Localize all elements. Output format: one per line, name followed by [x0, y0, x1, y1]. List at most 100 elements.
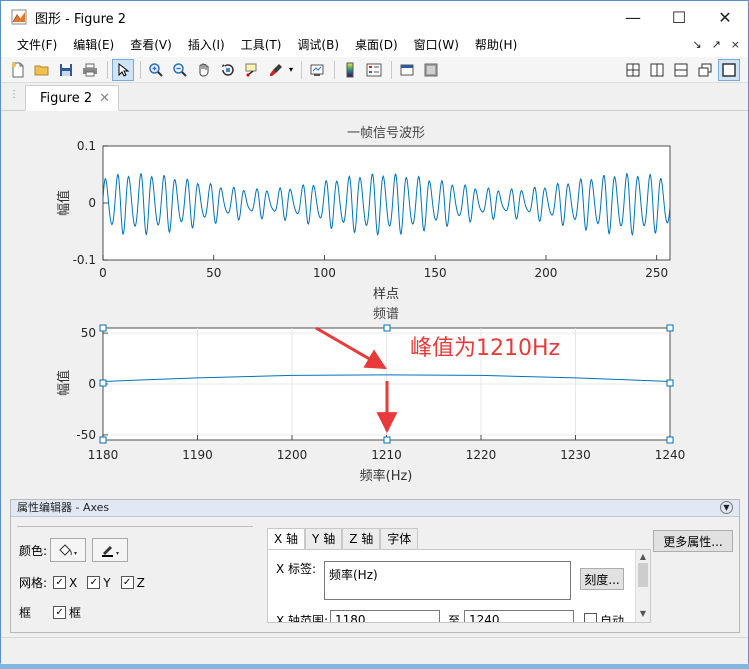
color-label: 颜色:	[19, 543, 48, 558]
top-y-label: 幅值	[56, 190, 72, 216]
top-axes-title: 一帧信号波形	[347, 126, 425, 141]
x-range-to-caption: 至	[448, 614, 461, 623]
window-title: 图形 - Figure 2	[35, 11, 127, 27]
grid-y-checkbox[interactable]: ✓	[87, 576, 101, 589]
tab-z-axis[interactable]: Z 轴	[342, 528, 381, 549]
zoom-in-icon[interactable]	[145, 59, 167, 81]
zoom-out-icon[interactable]	[169, 59, 191, 81]
x-range-from-value: 1180	[335, 613, 366, 623]
top-x-tick-label: 50	[206, 266, 221, 280]
minimize-button[interactable]: —	[610, 1, 656, 33]
fill-color-button[interactable]	[50, 538, 87, 562]
top-x-tick-label: 150	[424, 266, 447, 280]
link-plot-icon[interactable]	[306, 59, 328, 81]
panel-scrollbar[interactable]: ▲ ▼	[635, 550, 650, 622]
property-editor-header: 属性编辑器 - Axes ▼	[11, 500, 739, 517]
tab-figure-2[interactable]: Figure 2 ✕	[25, 85, 119, 111]
bottom-x-tick-label: 1230	[560, 448, 591, 462]
bottom-y-tick-label: -50	[76, 428, 96, 442]
tab-label: Figure 2	[40, 91, 93, 106]
top-x-label: 样点	[373, 287, 399, 302]
ticks-button[interactable]: 刻度...	[580, 568, 624, 590]
save-icon[interactable]	[55, 59, 77, 81]
grid-y-label: Y	[103, 575, 111, 590]
bottom-x-tick-label: 1190	[182, 448, 213, 462]
x-range-caption: X 轴范围:	[276, 614, 329, 623]
menu-help[interactable]: 帮助(H)	[467, 33, 525, 57]
menu-debug[interactable]: 调试(B)	[289, 33, 347, 57]
menu-insert[interactable]: 插入(I)	[180, 33, 233, 57]
x-range-to-value: 1240	[469, 613, 500, 623]
paint-bucket-icon	[59, 544, 78, 556]
toolbar-separator	[107, 60, 108, 79]
menu-file[interactable]: 文件(F)	[9, 33, 65, 57]
section-divider	[17, 526, 253, 527]
close-button[interactable]: ✕	[702, 1, 748, 33]
undock-icon[interactable]: ↗	[712, 33, 721, 57]
toolbar-separator	[140, 60, 141, 79]
bottom-y-tick-label: 50	[81, 326, 96, 340]
auto-label: 自动	[600, 614, 625, 623]
x-range-from-input[interactable]: 1180	[330, 610, 440, 623]
property-editor-title: 属性编辑器 - Axes	[17, 501, 110, 514]
data-cursor-icon[interactable]	[241, 59, 263, 81]
menu-view[interactable]: 查看(V)	[122, 33, 180, 57]
box-checkbox-label: 框	[69, 606, 82, 620]
maximize-layout-icon[interactable]	[718, 59, 740, 81]
auto-checkbox[interactable]	[584, 613, 597, 622]
top-x-tick-label: 200	[535, 266, 558, 280]
tab-close-icon[interactable]: ✕	[99, 91, 110, 106]
more-properties-button[interactable]: 更多属性...	[653, 530, 733, 552]
grid-label: 网格:	[19, 576, 48, 590]
collapse-icon[interactable]: ▼	[720, 501, 733, 514]
peak-annotation-text: 峰值为1210Hz	[410, 336, 560, 361]
color-row: 颜色:	[19, 538, 129, 562]
new-figure-icon[interactable]	[7, 59, 29, 81]
figure-window: 图形 - Figure 2 — ☐ ✕ 文件(F) 编辑(E) 查看(V) 插入…	[0, 0, 749, 664]
axis-tabs: X 轴 Y 轴 Z 轴 字体	[267, 528, 419, 549]
bottom-y-label: 幅值	[56, 370, 72, 396]
figure-canvas[interactable]: 一帧信号波形 0.1 0 -0.1 0 50 100 150 200 250 样点 幅值 频谱…	[10, 111, 740, 499]
menu-tools[interactable]: 工具(T)	[233, 33, 290, 57]
maximize-button[interactable]: ☐	[656, 1, 702, 33]
top-x-tick-label: 250	[645, 266, 668, 280]
edge-color-button[interactable]	[92, 538, 129, 562]
grid-x-label: X	[69, 575, 78, 590]
menu-edit[interactable]: 编辑(E)	[65, 33, 122, 57]
tab-grip-icon: ⋮	[9, 89, 19, 100]
tab-x-axis[interactable]: X 轴	[267, 528, 306, 549]
brush-icon[interactable]	[265, 59, 287, 81]
insert-colorbar-icon[interactable]	[339, 59, 361, 81]
bottom-x-tick-label: 1220	[466, 448, 497, 462]
scroll-thumb	[638, 563, 648, 587]
open-folder-icon[interactable]	[31, 59, 53, 81]
grid-x-checkbox[interactable]: ✓	[53, 576, 67, 589]
matlab-figure-icon	[11, 9, 27, 25]
x-label-input[interactable]: 频率(Hz)	[324, 561, 571, 600]
left-right-layout-icon[interactable]	[646, 59, 668, 81]
menu-window[interactable]: 窗口(W)	[406, 33, 467, 57]
float-layout-icon[interactable]	[694, 59, 716, 81]
x-range-to-input[interactable]: 1240	[464, 610, 574, 623]
tile-layout-icon[interactable]	[622, 59, 644, 81]
rotate-3d-icon[interactable]	[217, 59, 239, 81]
top-bottom-layout-icon[interactable]	[670, 59, 692, 81]
figure-svg: 一帧信号波形 0.10-0.1 0 50 100 150 200 250 样点 幅值 频谱…	[56, 126, 685, 484]
insert-legend-icon[interactable]	[363, 59, 385, 81]
pan-hand-icon[interactable]	[193, 59, 215, 81]
edit-plot-arrow-icon[interactable]	[112, 58, 134, 81]
menu-desktop[interactable]: 桌面(D)	[347, 33, 406, 57]
title-bar: 图形 - Figure 2 — ☐ ✕	[1, 1, 748, 33]
tab-font[interactable]: 字体	[380, 528, 419, 549]
box-checkbox[interactable]: ✓	[53, 606, 67, 619]
menu-close-icon[interactable]: ×	[731, 33, 740, 57]
hide-plot-tools-icon[interactable]	[396, 59, 418, 81]
show-plot-tools-icon[interactable]	[420, 59, 442, 81]
x-label-caption: X 标签:	[276, 562, 317, 576]
tab-y-axis[interactable]: Y 轴	[305, 528, 343, 549]
dock-in-icon[interactable]: ↘	[692, 33, 701, 57]
brush-dropdown-icon[interactable]: ▾	[289, 65, 293, 74]
grid-z-checkbox[interactable]: ✓	[120, 576, 134, 589]
print-icon[interactable]	[79, 59, 101, 81]
x-axis-panel: X 标签: 频率(Hz) 刻度... ▲ ▼ X 轴范围: 1180 至 124…	[267, 549, 651, 623]
